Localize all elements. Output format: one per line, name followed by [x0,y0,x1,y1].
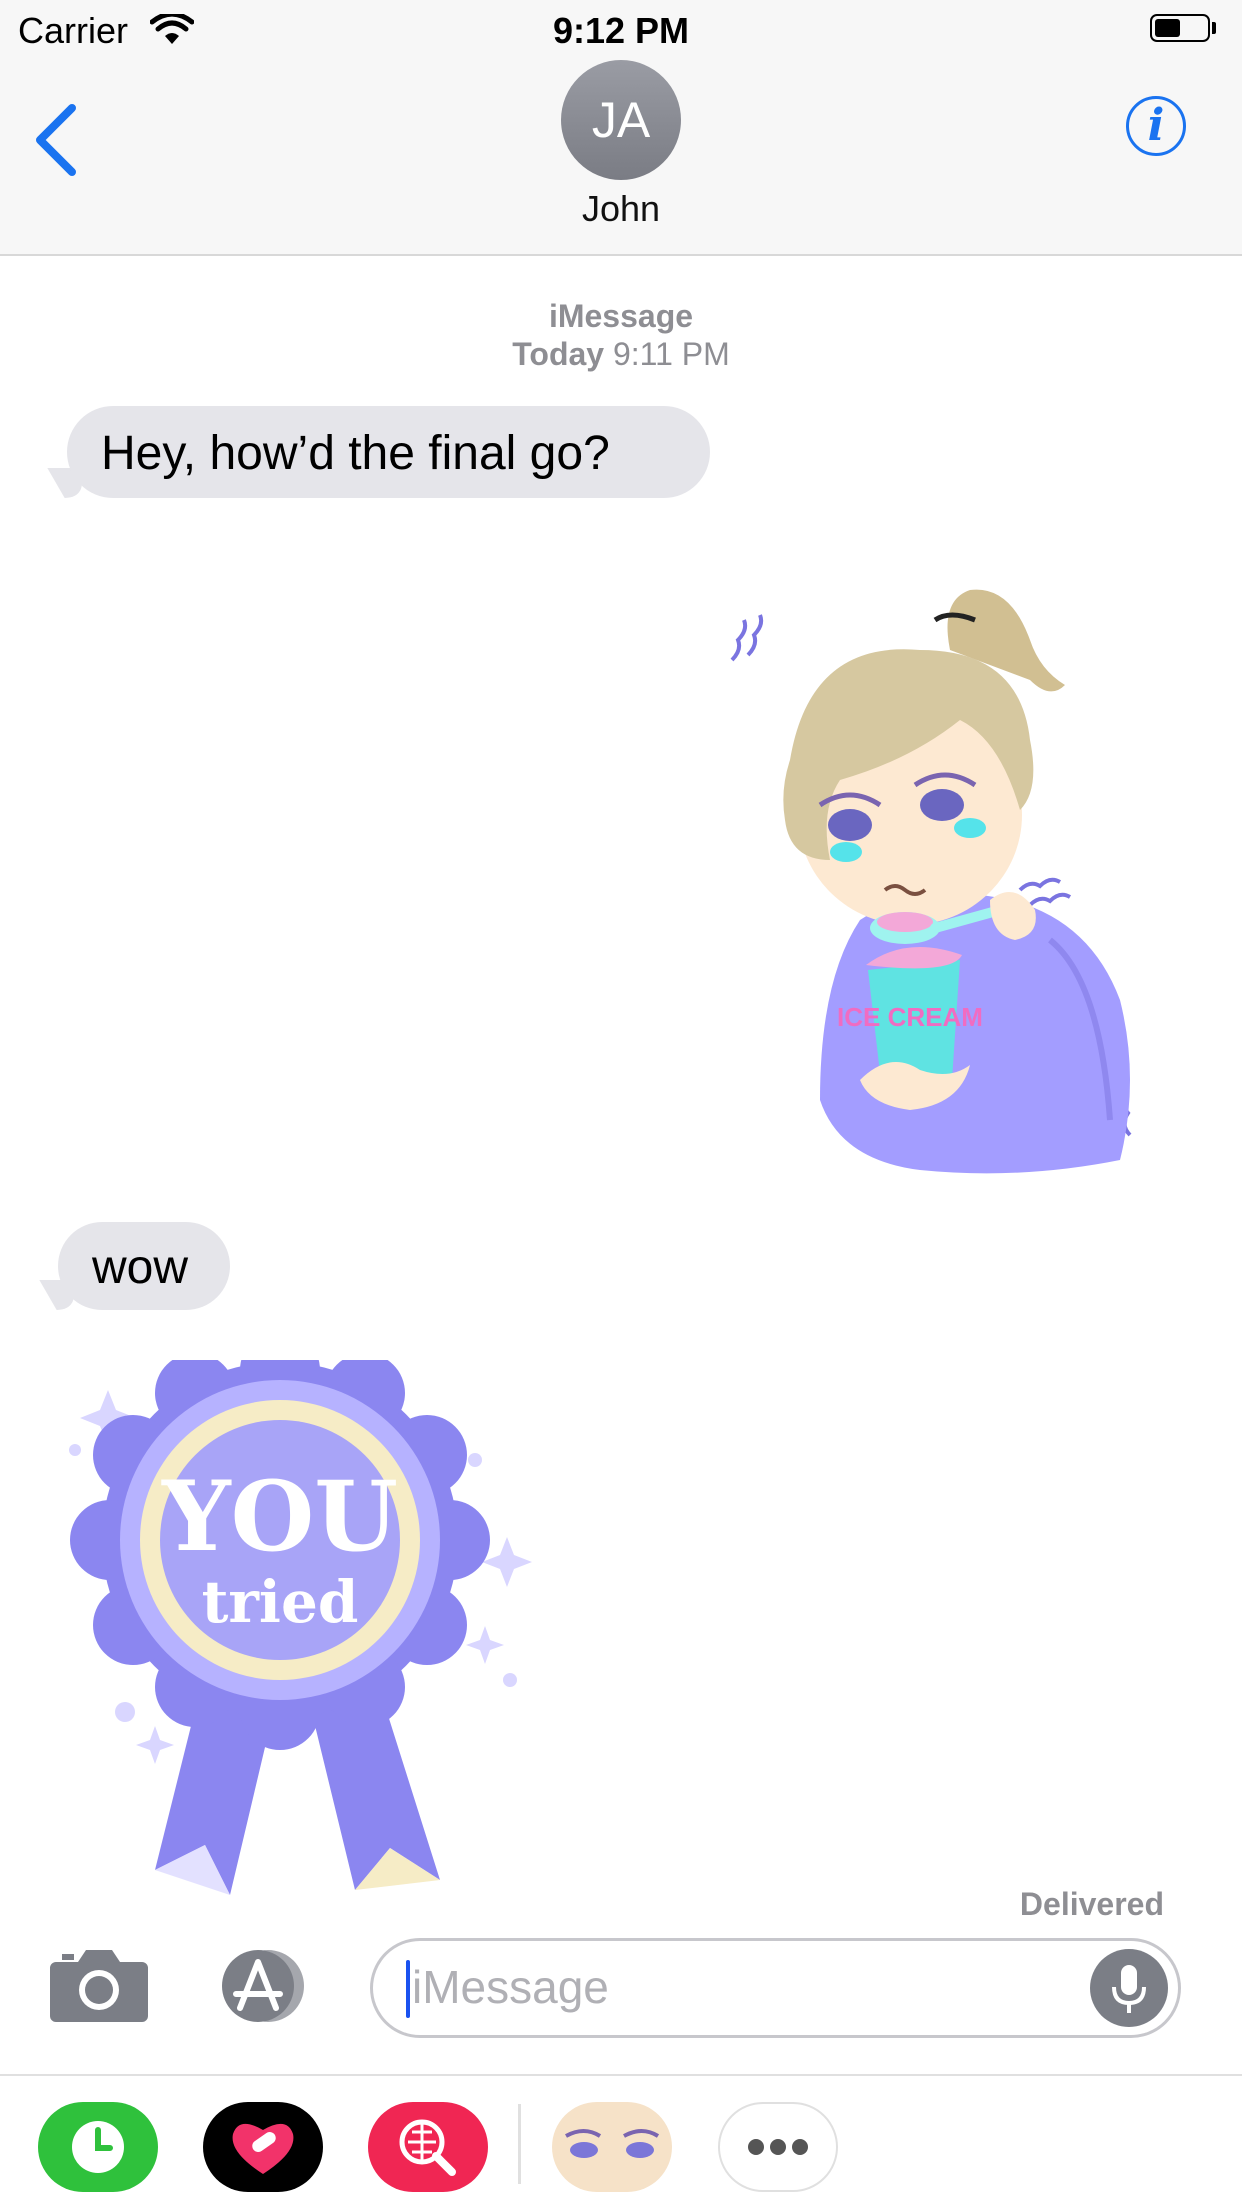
incoming-message-bubble[interactable]: wow [58,1222,230,1310]
battery-icon [1150,14,1210,42]
text-caret [406,1960,410,2018]
ice-cream-girl-sticker[interactable]: ICE CREAM [720,560,1180,1190]
delivery-status: Delivered [1019,1886,1164,1922]
heart-app-icon[interactable] [203,2102,323,2192]
clock-time: 9:12 PM [552,10,690,51]
thread-timestamp: Today 9:11 PM [512,336,730,372]
app-store-icon[interactable] [210,1948,310,2024]
more-icon[interactable] [718,2102,838,2192]
battery-cap [1212,22,1216,34]
contact-name[interactable]: John [0,188,1242,230]
incoming-message-bubble[interactable]: Hey, how’d the final go? [67,406,710,498]
search-globe-app-icon[interactable] [368,2102,488,2192]
camera-icon[interactable] [50,1948,148,2022]
drawer-divider [518,2104,521,2184]
info-icon[interactable]: i [1126,96,1186,156]
sticker-cup-label: ICE CREAM [837,1002,983,1032]
ribbon-text-tried: tried [202,1568,359,1636]
microphone-button[interactable] [1090,1949,1168,2027]
service-label: iMessage [548,298,694,334]
microphone-icon [1112,1965,1146,2013]
you-tried-ribbon-sticker[interactable]: YOU tried [60,1360,540,1900]
conversation-header: JA John i [0,60,1242,256]
sticker-face-app-icon[interactable] [552,2102,672,2192]
status-bar: Carrier 9:12 PM [0,0,1242,60]
message-input-placeholder: iMessage [412,1961,609,2013]
ribbon-text-you: YOU [161,1460,398,1573]
avatar[interactable]: JA [561,60,681,180]
clock-app-icon[interactable] [38,2102,158,2192]
back-chevron-icon[interactable] [28,100,88,180]
